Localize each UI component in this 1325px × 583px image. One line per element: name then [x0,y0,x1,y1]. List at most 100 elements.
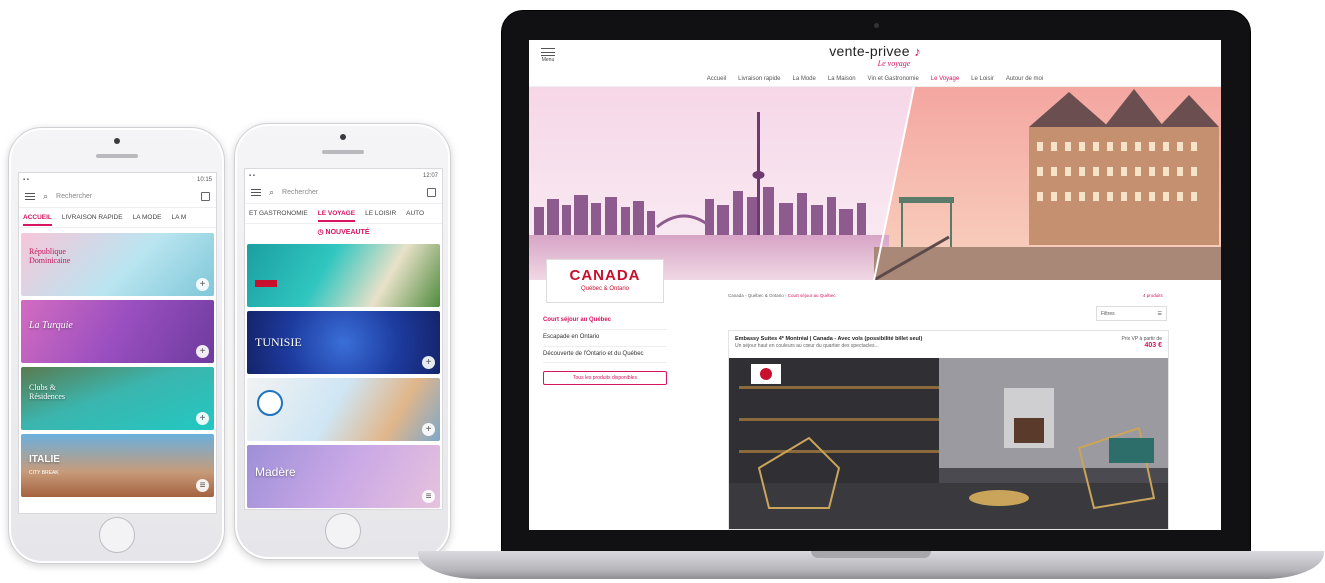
sidebar: Court séjour au Québec Escapade en Ontar… [543,313,667,386]
sale-card-label: ITALIE [29,454,60,465]
tab-gastronomie[interactable]: ET GASTRONOMIE [249,210,308,217]
stage: ▪ ▪ 10:15 ⌕ Rechercher ACCUEIL LIVRAISON… [0,0,1325,583]
brand-badge [255,280,277,287]
breadcrumb-parent[interactable]: Canada - Québec & Ontario [728,293,784,298]
site-header: Menu vente-privee ♪ Le voyage [529,40,1221,71]
search-icon: ⌕ [269,187,275,197]
add-icon[interactable]: + [422,423,435,436]
sidebar-item-escapade-ontario[interactable]: Escapade en Ontario [543,330,667,347]
destination-title: CANADA [569,267,641,284]
phone-right-screen: ▪ ▪ 12:07 ⌕ Rechercher ET GASTRONOMIE LE… [244,168,443,510]
laptop-camera [874,23,879,28]
home-button[interactable] [98,517,135,553]
logo-sub: Le voyage [877,58,911,68]
phone-left: ▪ ▪ 10:15 ⌕ Rechercher ACCUEIL LIVRAISON… [8,127,225,564]
status-time: 12:07 [422,172,438,179]
nav-livraison-rapide[interactable]: Livraison rapide [738,76,780,82]
hero-banner [529,87,1221,280]
hamburger-menu-icon[interactable] [251,189,261,196]
filter-fab-icon[interactable]: ≡ [196,479,209,492]
search-input[interactable]: Rechercher [56,193,92,200]
nav-accueil[interactable]: Accueil [707,76,726,82]
add-icon[interactable]: + [196,412,209,425]
laptop-base [418,551,1324,579]
sidebar-item-decouverte[interactable]: Découverte de l'Ontario et du Québec [543,347,667,364]
filter-label: Filtres [1101,310,1115,317]
section-header: ◷ NOUVEAUTÉ [245,224,442,242]
sale-card-label: La Turquie [29,320,73,331]
sale-card-label: République Dominicaine [29,247,71,265]
nav-le-voyage[interactable]: Le Voyage [931,76,959,82]
logo-mark-icon: ♪ [914,43,921,59]
product-image[interactable] [729,358,1168,529]
sale-card[interactable]: ITALIE CITY BREAK ≡ [21,434,214,497]
destination-subtitle: Québec & Ontario [580,286,630,292]
search-input[interactable]: Rechercher [282,189,318,196]
filter-button[interactable]: Filtres ☰ [1096,306,1167,321]
product-card[interactable]: Embassy Suites 4* Montréal | Canada - Av… [728,330,1169,530]
status-icons: ▪ ▪ [249,172,255,179]
phone-camera [113,138,120,144]
status-time: 10:15 [196,176,212,183]
status-bar: ▪ ▪ 12:07 [245,169,442,182]
sale-card[interactable]: + [247,378,440,441]
main-nav: Accueil Livraison rapide La Mode La Mais… [529,71,1221,87]
tab-livraison-rapide[interactable]: LIVRAISON RAPIDE [62,214,123,221]
cart-icon[interactable] [201,192,210,201]
tab-la-maison[interactable]: LA M [171,214,186,221]
hamburger-menu-icon[interactable] [25,193,35,200]
status-icons: ▪ ▪ [23,176,29,183]
phone-speaker [321,150,364,154]
phone-speaker [95,154,138,158]
search-icon: ⌕ [43,191,49,201]
nav-vin-gastronomie[interactable]: Vin et Gastronomie [868,76,919,82]
product-price: 403 € [1144,342,1162,349]
sale-card[interactable]: La Turquie + [21,300,214,363]
all-products-button[interactable]: Tous les produits disponibles [543,371,667,386]
site-logo[interactable]: vente-privee ♪ Le voyage [829,44,921,68]
nav-la-mode[interactable]: La Mode [793,76,816,82]
logo-main: vente-privee [829,42,910,59]
hamburger-menu-icon [541,48,555,56]
sidebar-item-court-sejour[interactable]: Court séjour au Québec [543,313,667,330]
laptop-notch [811,551,931,558]
sale-card[interactable]: Madère ≡ [247,445,440,508]
result-count: 4 produits [1143,293,1163,298]
hero-image [529,87,1221,280]
add-icon[interactable]: + [196,345,209,358]
product-title[interactable]: Embassy Suites 4* Montréal | Canada - Av… [729,331,1168,342]
add-icon[interactable]: + [422,356,435,369]
filter-fab-icon[interactable]: ≡ [422,490,435,503]
add-icon[interactable]: + [196,278,209,291]
sale-card-sublabel: CITY BREAK [29,470,59,476]
home-button[interactable] [324,513,361,549]
filter-icon: ☰ [1157,310,1162,317]
nav-la-maison[interactable]: La Maison [828,76,856,82]
phone-camera [339,134,346,140]
resort-logo [257,390,283,416]
cart-icon[interactable] [427,188,436,197]
category-tabs: ET GASTRONOMIE LE VOYAGE LE LOISIR AUTO [245,204,442,224]
product-photo [729,358,1168,529]
breadcrumb-current: Court séjour au Québec [787,293,836,298]
tab-la-mode[interactable]: LA MODE [133,214,162,221]
search-bar[interactable]: ⌕ Rechercher [245,182,442,204]
phone-left-screen: ▪ ▪ 10:15 ⌕ Rechercher ACCUEIL LIVRAISON… [18,172,217,514]
sale-card[interactable]: TUNISIE + [247,311,440,374]
clock-icon: ◷ [317,229,326,236]
sale-card[interactable]: Clubs & Résidences + [21,367,214,430]
tab-auto[interactable]: AUTO [406,210,424,217]
sale-card-label: Madère [255,465,296,479]
tab-accueil[interactable]: ACCUEIL [23,214,52,226]
tab-le-loisir[interactable]: LE LOISIR [365,210,396,217]
tab-le-voyage[interactable]: LE VOYAGE [317,210,356,222]
sale-card[interactable]: République Dominicaine + [21,233,214,296]
search-bar[interactable]: ⌕ Rechercher [19,186,216,208]
menu-button[interactable]: Menu [541,48,555,63]
sale-card[interactable] [247,244,440,307]
nav-autour-de-moi[interactable]: Autour de moi [1006,76,1043,82]
menu-label: Menu [541,57,555,63]
nav-le-loisir[interactable]: Le Loisir [971,76,994,82]
category-tabs: ACCUEIL LIVRAISON RAPIDE LA MODE LA M [19,208,216,228]
sale-card-label: TUNISIE [255,335,302,349]
